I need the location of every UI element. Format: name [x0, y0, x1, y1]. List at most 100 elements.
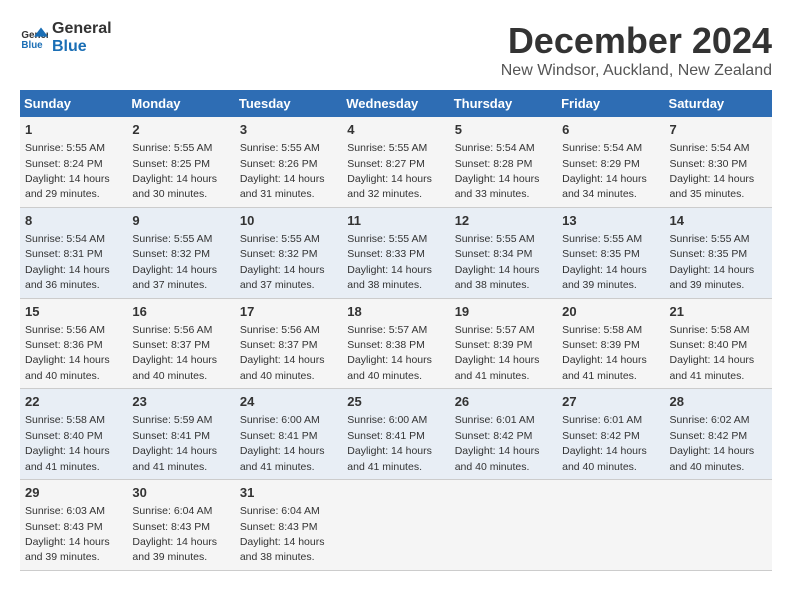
- subtitle: New Windsor, Auckland, New Zealand: [501, 62, 772, 80]
- col-header-wednesday: Wednesday: [342, 90, 449, 117]
- sunrise-text: Sunrise: 6:00 AMSunset: 8:41 PMDaylight:…: [240, 414, 325, 472]
- calendar-cell: [557, 480, 664, 571]
- day-number: 3: [240, 121, 337, 139]
- day-number: 13: [562, 212, 659, 230]
- day-number: 1: [25, 121, 122, 139]
- day-number: 29: [25, 484, 122, 502]
- sunrise-text: Sunrise: 5:54 AMSunset: 8:28 PMDaylight:…: [455, 142, 540, 200]
- day-number: 7: [670, 121, 767, 139]
- sunrise-text: Sunrise: 5:55 AMSunset: 8:24 PMDaylight:…: [25, 142, 110, 200]
- calendar-cell: 30 Sunrise: 6:04 AMSunset: 8:43 PMDaylig…: [127, 480, 234, 571]
- calendar-cell: 16 Sunrise: 5:56 AMSunset: 8:37 PMDaylig…: [127, 298, 234, 389]
- sunrise-text: Sunrise: 5:56 AMSunset: 8:36 PMDaylight:…: [25, 324, 110, 382]
- sunrise-text: Sunrise: 6:01 AMSunset: 8:42 PMDaylight:…: [562, 414, 647, 472]
- header: General Blue General Blue December 2024 …: [20, 20, 772, 80]
- sunrise-text: Sunrise: 5:58 AMSunset: 8:39 PMDaylight:…: [562, 324, 647, 382]
- svg-text:Blue: Blue: [21, 40, 43, 51]
- day-number: 24: [240, 393, 337, 411]
- col-header-saturday: Saturday: [665, 90, 772, 117]
- calendar-cell: 24 Sunrise: 6:00 AMSunset: 8:41 PMDaylig…: [235, 389, 342, 480]
- calendar-cell: 13 Sunrise: 5:55 AMSunset: 8:35 PMDaylig…: [557, 207, 664, 298]
- day-number: 11: [347, 212, 444, 230]
- sunrise-text: Sunrise: 5:54 AMSunset: 8:31 PMDaylight:…: [25, 233, 110, 291]
- calendar-cell: 15 Sunrise: 5:56 AMSunset: 8:36 PMDaylig…: [20, 298, 127, 389]
- calendar-cell: [665, 480, 772, 571]
- calendar-cell: [450, 480, 557, 571]
- calendar-cell: 29 Sunrise: 6:03 AMSunset: 8:43 PMDaylig…: [20, 480, 127, 571]
- sunrise-text: Sunrise: 5:57 AMSunset: 8:38 PMDaylight:…: [347, 324, 432, 382]
- calendar-cell: 18 Sunrise: 5:57 AMSunset: 8:38 PMDaylig…: [342, 298, 449, 389]
- sunrise-text: Sunrise: 5:55 AMSunset: 8:27 PMDaylight:…: [347, 142, 432, 200]
- day-number: 2: [132, 121, 229, 139]
- sunrise-text: Sunrise: 5:55 AMSunset: 8:35 PMDaylight:…: [562, 233, 647, 291]
- calendar-body: 1 Sunrise: 5:55 AMSunset: 8:24 PMDayligh…: [20, 117, 772, 570]
- calendar-cell: 2 Sunrise: 5:55 AMSunset: 8:25 PMDayligh…: [127, 117, 234, 207]
- calendar-cell: 25 Sunrise: 6:00 AMSunset: 8:41 PMDaylig…: [342, 389, 449, 480]
- logo-icon: General Blue: [20, 24, 48, 52]
- calendar-cell: 14 Sunrise: 5:55 AMSunset: 8:35 PMDaylig…: [665, 207, 772, 298]
- calendar-cell: 7 Sunrise: 5:54 AMSunset: 8:30 PMDayligh…: [665, 117, 772, 207]
- week-row-1: 1 Sunrise: 5:55 AMSunset: 8:24 PMDayligh…: [20, 117, 772, 207]
- col-header-monday: Monday: [127, 90, 234, 117]
- col-header-tuesday: Tuesday: [235, 90, 342, 117]
- calendar-cell: 20 Sunrise: 5:58 AMSunset: 8:39 PMDaylig…: [557, 298, 664, 389]
- day-number: 31: [240, 484, 337, 502]
- day-number: 16: [132, 303, 229, 321]
- sunrise-text: Sunrise: 5:58 AMSunset: 8:40 PMDaylight:…: [670, 324, 755, 382]
- week-row-5: 29 Sunrise: 6:03 AMSunset: 8:43 PMDaylig…: [20, 480, 772, 571]
- sunrise-text: Sunrise: 5:55 AMSunset: 8:25 PMDaylight:…: [132, 142, 217, 200]
- calendar-cell: 17 Sunrise: 5:56 AMSunset: 8:37 PMDaylig…: [235, 298, 342, 389]
- calendar-cell: 22 Sunrise: 5:58 AMSunset: 8:40 PMDaylig…: [20, 389, 127, 480]
- day-number: 20: [562, 303, 659, 321]
- sunrise-text: Sunrise: 6:01 AMSunset: 8:42 PMDaylight:…: [455, 414, 540, 472]
- day-number: 12: [455, 212, 552, 230]
- sunrise-text: Sunrise: 6:04 AMSunset: 8:43 PMDaylight:…: [132, 505, 217, 563]
- sunrise-text: Sunrise: 5:56 AMSunset: 8:37 PMDaylight:…: [132, 324, 217, 382]
- calendar-cell: 28 Sunrise: 6:02 AMSunset: 8:42 PMDaylig…: [665, 389, 772, 480]
- calendar-cell: 31 Sunrise: 6:04 AMSunset: 8:43 PMDaylig…: [235, 480, 342, 571]
- col-header-friday: Friday: [557, 90, 664, 117]
- sunrise-text: Sunrise: 5:54 AMSunset: 8:29 PMDaylight:…: [562, 142, 647, 200]
- logo-line2: Blue: [52, 38, 112, 56]
- calendar-cell: 12 Sunrise: 5:55 AMSunset: 8:34 PMDaylig…: [450, 207, 557, 298]
- day-number: 28: [670, 393, 767, 411]
- calendar-cell: 27 Sunrise: 6:01 AMSunset: 8:42 PMDaylig…: [557, 389, 664, 480]
- sunrise-text: Sunrise: 5:59 AMSunset: 8:41 PMDaylight:…: [132, 414, 217, 472]
- calendar-cell: 4 Sunrise: 5:55 AMSunset: 8:27 PMDayligh…: [342, 117, 449, 207]
- calendar-cell: 1 Sunrise: 5:55 AMSunset: 8:24 PMDayligh…: [20, 117, 127, 207]
- calendar-cell: 19 Sunrise: 5:57 AMSunset: 8:39 PMDaylig…: [450, 298, 557, 389]
- logo: General Blue General Blue: [20, 20, 112, 56]
- day-number: 15: [25, 303, 122, 321]
- calendar-cell: 21 Sunrise: 5:58 AMSunset: 8:40 PMDaylig…: [665, 298, 772, 389]
- sunrise-text: Sunrise: 5:55 AMSunset: 8:32 PMDaylight:…: [240, 233, 325, 291]
- week-row-3: 15 Sunrise: 5:56 AMSunset: 8:36 PMDaylig…: [20, 298, 772, 389]
- sunrise-text: Sunrise: 5:55 AMSunset: 8:26 PMDaylight:…: [240, 142, 325, 200]
- day-number: 14: [670, 212, 767, 230]
- day-number: 17: [240, 303, 337, 321]
- sunrise-text: Sunrise: 6:00 AMSunset: 8:41 PMDaylight:…: [347, 414, 432, 472]
- sunrise-text: Sunrise: 5:56 AMSunset: 8:37 PMDaylight:…: [240, 324, 325, 382]
- day-number: 26: [455, 393, 552, 411]
- day-number: 10: [240, 212, 337, 230]
- sunrise-text: Sunrise: 6:04 AMSunset: 8:43 PMDaylight:…: [240, 505, 325, 563]
- sunrise-text: Sunrise: 5:55 AMSunset: 8:35 PMDaylight:…: [670, 233, 755, 291]
- day-number: 18: [347, 303, 444, 321]
- day-number: 6: [562, 121, 659, 139]
- sunrise-text: Sunrise: 5:55 AMSunset: 8:34 PMDaylight:…: [455, 233, 540, 291]
- day-number: 5: [455, 121, 552, 139]
- calendar-table: SundayMondayTuesdayWednesdayThursdayFrid…: [20, 90, 772, 571]
- calendar-cell: 23 Sunrise: 5:59 AMSunset: 8:41 PMDaylig…: [127, 389, 234, 480]
- day-number: 8: [25, 212, 122, 230]
- calendar-cell: 5 Sunrise: 5:54 AMSunset: 8:28 PMDayligh…: [450, 117, 557, 207]
- calendar-cell: 11 Sunrise: 5:55 AMSunset: 8:33 PMDaylig…: [342, 207, 449, 298]
- week-row-2: 8 Sunrise: 5:54 AMSunset: 8:31 PMDayligh…: [20, 207, 772, 298]
- sunrise-text: Sunrise: 6:03 AMSunset: 8:43 PMDaylight:…: [25, 505, 110, 563]
- col-header-sunday: Sunday: [20, 90, 127, 117]
- sunrise-text: Sunrise: 5:57 AMSunset: 8:39 PMDaylight:…: [455, 324, 540, 382]
- sunrise-text: Sunrise: 5:58 AMSunset: 8:40 PMDaylight:…: [25, 414, 110, 472]
- day-number: 27: [562, 393, 659, 411]
- day-number: 4: [347, 121, 444, 139]
- calendar-cell: 8 Sunrise: 5:54 AMSunset: 8:31 PMDayligh…: [20, 207, 127, 298]
- week-row-4: 22 Sunrise: 5:58 AMSunset: 8:40 PMDaylig…: [20, 389, 772, 480]
- title-area: December 2024 New Windsor, Auckland, New…: [501, 20, 772, 80]
